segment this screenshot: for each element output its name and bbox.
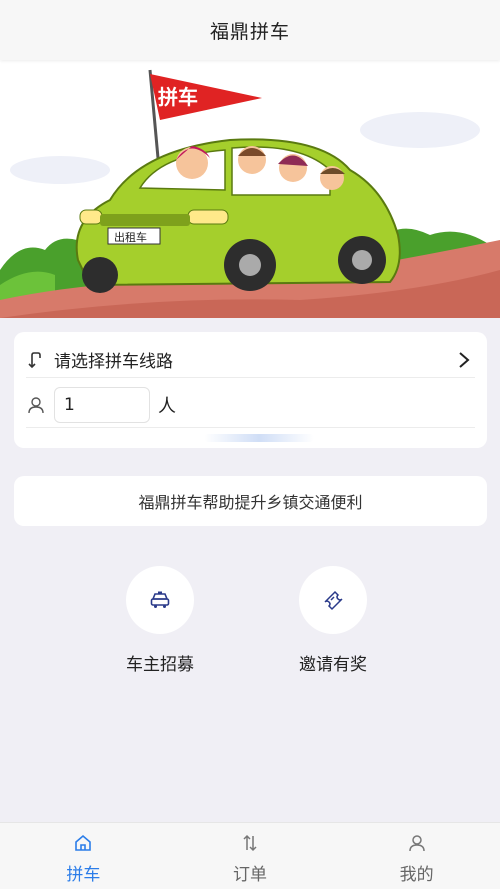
driver-recruit-button[interactable]: 车主招募 <box>100 566 220 686</box>
notice-text: 福鼎拼车帮助提升乡镇交通便利 <box>138 493 363 512</box>
driver-recruit-circle <box>126 566 194 634</box>
top-header: 福鼎拼车 <box>0 0 500 60</box>
tab-profile-label: 我的 <box>399 865 434 885</box>
tab-orders[interactable]: 订单 <box>167 823 334 889</box>
driver-recruit-label: 车主招募 <box>126 655 194 675</box>
banner-image: 拼车 出租车 <box>0 60 500 318</box>
invite-reward-circle <box>299 566 367 634</box>
route-select-row[interactable]: 请选择拼车线路 <box>26 342 475 378</box>
route-select-label: 请选择拼车线路 <box>54 352 173 372</box>
bottom-tab-bar: 拼车 订单 我的 <box>0 822 500 889</box>
passenger-row: 人 <box>26 382 475 428</box>
page-title: 福鼎拼车 <box>209 20 290 43</box>
car-icon <box>150 591 170 608</box>
notice-banner: 福鼎拼车帮助提升乡镇交通便利 <box>14 476 487 526</box>
tab-carpool-label: 拼车 <box>66 865 101 885</box>
ticket-icon <box>324 590 343 611</box>
tab-profile[interactable]: 我的 <box>333 823 500 889</box>
route-icon <box>26 349 48 371</box>
tab-carpool[interactable]: 拼车 <box>0 823 167 889</box>
user-icon <box>26 394 48 416</box>
tab-orders-label: 订单 <box>233 865 267 885</box>
sort-arrows-icon <box>239 832 261 854</box>
plate-text: 出租车 <box>114 230 147 244</box>
route-card: 请选择拼车线路 人 <box>14 332 487 448</box>
invite-reward-button[interactable]: 邀请有奖 <box>273 566 393 686</box>
passenger-unit: 人 <box>158 395 176 417</box>
faint-decoration <box>204 434 314 442</box>
chevron-right-icon <box>457 351 475 369</box>
flag-text: 拼车 <box>158 85 198 109</box>
carpool-illustration: 拼车 出租车 <box>0 69 500 318</box>
invite-reward-label: 邀请有奖 <box>299 655 367 675</box>
home-icon <box>72 832 94 854</box>
user-icon <box>406 832 428 854</box>
passenger-count-input[interactable] <box>54 386 150 423</box>
